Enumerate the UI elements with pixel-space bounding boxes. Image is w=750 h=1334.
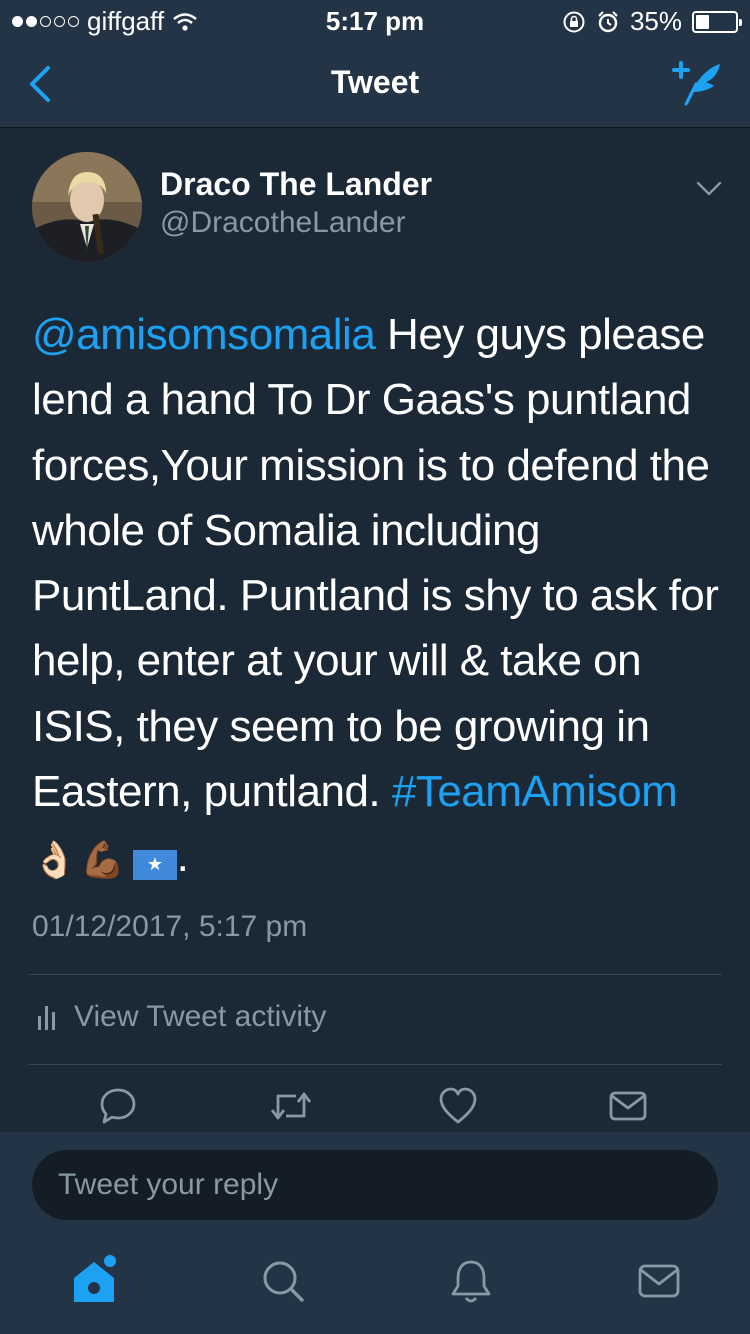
author-avatar[interactable]	[32, 152, 142, 262]
tweet-timestamp: 01/12/2017, 5:17 pm	[32, 910, 308, 943]
home-icon[interactable]	[68, 1254, 120, 1306]
compose-tweet-icon[interactable]	[666, 56, 726, 112]
author-name[interactable]: Draco The Lander	[160, 166, 432, 203]
reply-input[interactable]	[32, 1150, 718, 1220]
mention-link[interactable]: @amisomsomalia	[32, 310, 376, 359]
tweet-actions	[0, 1086, 750, 1132]
bar-chart-icon	[38, 1006, 55, 1030]
battery-percent: 35%	[629, 6, 682, 36]
view-tweet-activity-button[interactable]: View Tweet activity	[36, 1000, 326, 1034]
chevron-down-icon[interactable]	[694, 176, 724, 200]
tab-bar	[0, 1234, 750, 1334]
retweet-icon[interactable]	[268, 1086, 314, 1126]
divider	[28, 1064, 722, 1065]
navigation-bar: Tweet	[0, 40, 750, 128]
alarm-icon	[598, 10, 618, 32]
emoji-row: 👌🏻 💪🏾 ★	[32, 838, 177, 880]
reply-bar	[0, 1132, 750, 1234]
tweet-trailing: .	[176, 832, 189, 882]
battery-fill	[696, 14, 710, 29]
author-handle[interactable]: @DracotheLander	[160, 206, 406, 240]
status-right: 35%	[562, 6, 742, 37]
envelope-icon[interactable]	[608, 1086, 648, 1126]
heart-icon[interactable]	[438, 1086, 478, 1126]
search-icon[interactable]	[258, 1256, 308, 1306]
somalia-flag-icon: ★	[132, 849, 177, 880]
bell-icon[interactable]	[446, 1256, 496, 1306]
divider	[28, 974, 722, 975]
tweet-text: @amisomsomalia Hey guys please lend a ha…	[32, 302, 732, 890]
hashtag-link[interactable]: #TeamAmisom	[392, 767, 678, 816]
envelope-icon[interactable]	[634, 1256, 684, 1306]
status-bar: giffgaff 5:17 pm 35%	[0, 0, 750, 40]
orientation-lock-icon	[563, 11, 585, 32]
battery-icon	[692, 10, 742, 33]
view-tweet-activity-label: View Tweet activity	[74, 1000, 327, 1033]
tweet-body: Hey guys please lend a hand To Dr Gaas's…	[32, 310, 719, 817]
ok-hand-emoji: 👌🏻	[32, 838, 77, 880]
muscle-emoji: 💪🏾	[80, 838, 125, 880]
page-title: Tweet	[330, 64, 420, 100]
reply-icon[interactable]	[98, 1086, 138, 1126]
